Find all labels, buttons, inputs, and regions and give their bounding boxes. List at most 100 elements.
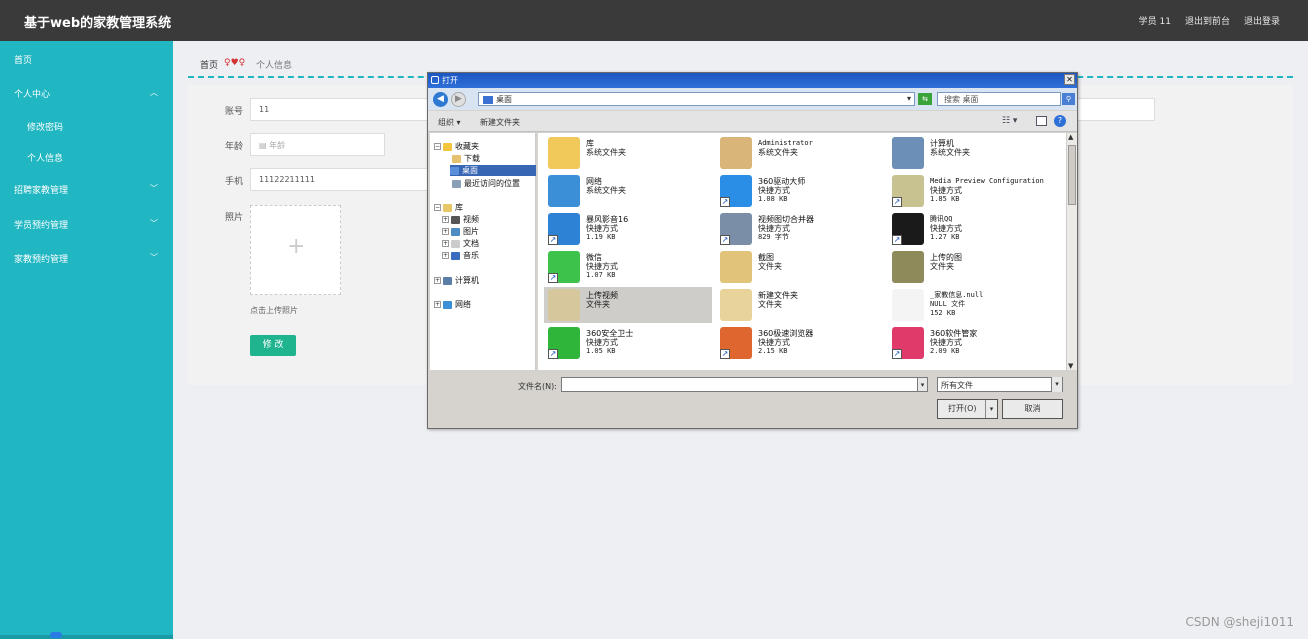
expand-toggle-icon[interactable]: + bbox=[442, 252, 449, 259]
new-folder-button[interactable]: 新建文件夹 bbox=[480, 117, 520, 128]
file-item[interactable]: ↗ Media Preview Configuration 快捷方式 1.85 KB bbox=[888, 173, 1056, 209]
plus-icon: + bbox=[287, 234, 306, 259]
file-item[interactable]: 上传视频 文件夹 bbox=[544, 287, 712, 323]
file-list-scrollbar[interactable]: ▲ ▼ bbox=[1066, 133, 1077, 370]
collapse-toggle-icon[interactable]: − bbox=[434, 204, 441, 211]
file-item[interactable]: ↗ 暴风影音16 快捷方式 1.19 KB bbox=[544, 211, 712, 247]
back-to-front-link[interactable]: 退出到前台 bbox=[1185, 14, 1230, 27]
filename-dropdown-icon[interactable]: ▾ bbox=[917, 377, 928, 392]
file-name: Media Preview Configuration bbox=[930, 177, 1044, 185]
refresh-icon[interactable]: ⇆ bbox=[918, 93, 932, 105]
file-item[interactable]: Administrator 系统文件夹 bbox=[716, 135, 884, 171]
tree-documents[interactable]: + 文档 bbox=[442, 238, 479, 249]
file-name: 微信 bbox=[586, 253, 602, 262]
file-icon bbox=[548, 289, 580, 321]
collapse-toggle-icon[interactable]: − bbox=[434, 143, 441, 150]
file-item[interactable]: ↗ 360软件管家 快捷方式 2.09 KB bbox=[888, 325, 1056, 361]
file-item[interactable]: ↗ 微信 快捷方式 1.07 KB bbox=[544, 249, 712, 285]
tree-favorites[interactable]: − 收藏夹 bbox=[434, 141, 479, 152]
sidebar-item-student-booking[interactable]: 学员预约管理 ﹀ bbox=[14, 218, 164, 231]
phone-input[interactable]: 11122211111 bbox=[250, 168, 430, 191]
file-item[interactable]: ↗ 360极速浏览器 快捷方式 2.15 KB bbox=[716, 325, 884, 361]
search-icon[interactable]: ⚲ bbox=[1062, 93, 1075, 105]
tree-recent[interactable]: 最近访问的位置 bbox=[452, 178, 520, 189]
file-item[interactable]: 上传的图 文件夹 bbox=[888, 249, 1056, 285]
expand-toggle-icon[interactable]: + bbox=[442, 228, 449, 235]
tree-network[interactable]: + 网络 bbox=[434, 299, 471, 310]
modify-button[interactable]: 修 改 bbox=[250, 335, 296, 356]
video-icon bbox=[451, 215, 460, 224]
filetype-value: 所有文件 bbox=[941, 381, 973, 390]
tree-pictures[interactable]: + 图片 bbox=[442, 226, 479, 237]
file-item[interactable]: 新建文件夹 文件夹 bbox=[716, 287, 884, 323]
preview-pane-icon[interactable] bbox=[1036, 116, 1047, 126]
sidebar-item-personal-info[interactable]: 个人信息 bbox=[27, 151, 177, 164]
file-icon bbox=[720, 289, 752, 321]
file-item[interactable]: 网络 系统文件夹 bbox=[544, 173, 712, 209]
forward-arrow-icon[interactable]: ▶ bbox=[451, 92, 466, 107]
file-type: 快捷方式 bbox=[758, 224, 790, 233]
tree-music[interactable]: + 音乐 bbox=[442, 250, 479, 261]
sidebar-item-change-password[interactable]: 修改密码 bbox=[27, 120, 177, 133]
sidebar-item-tutor-recruit[interactable]: 招聘家教管理 ﹀ bbox=[14, 183, 164, 196]
file-item[interactable]: ↗ 腾讯QQ 快捷方式 1.27 KB bbox=[888, 211, 1056, 247]
logout-link[interactable]: 退出登录 bbox=[1244, 14, 1280, 27]
scroll-down-icon[interactable]: ▼ bbox=[1068, 362, 1073, 370]
file-item[interactable]: 计算机 系统文件夹 bbox=[888, 135, 1056, 171]
help-icon[interactable]: ? bbox=[1054, 115, 1066, 127]
file-item[interactable]: 库系统文件夹 bbox=[544, 135, 712, 171]
expand-toggle-icon[interactable]: + bbox=[434, 277, 441, 284]
window-icon bbox=[431, 76, 439, 84]
sidebar-item-tutor-booking[interactable]: 家教预约管理 ﹀ bbox=[14, 252, 164, 265]
file-item[interactable]: ↗ 360安全卫士 快捷方式 1.05 KB bbox=[544, 325, 712, 361]
file-size: 2.15 KB bbox=[758, 347, 788, 355]
dropdown-arrow-icon[interactable]: ▾ bbox=[907, 94, 911, 103]
filename-input[interactable] bbox=[561, 377, 927, 392]
split-arrow-icon[interactable]: ▾ bbox=[985, 400, 997, 418]
breadcrumb-home[interactable]: 首页 bbox=[200, 58, 218, 71]
address-text: 桌面 bbox=[496, 95, 512, 104]
expand-toggle-icon[interactable]: + bbox=[442, 216, 449, 223]
scroll-thumb[interactable] bbox=[50, 632, 62, 638]
scroll-thumb[interactable] bbox=[1068, 145, 1076, 205]
file-icon bbox=[720, 251, 752, 283]
back-arrow-icon[interactable]: ◀ bbox=[433, 92, 448, 107]
cancel-button[interactable]: 取消 bbox=[1002, 399, 1063, 419]
file-item[interactable]: 截图 文件夹 bbox=[716, 249, 884, 285]
expand-toggle-icon[interactable]: + bbox=[434, 301, 441, 308]
file-icon: ↗ bbox=[892, 327, 924, 359]
file-type: 快捷方式 bbox=[930, 186, 962, 195]
file-icon bbox=[892, 289, 924, 321]
tree-computer[interactable]: + 计算机 bbox=[434, 275, 479, 286]
file-type: 快捷方式 bbox=[930, 338, 962, 347]
open-button[interactable]: 打开(O) ▾ bbox=[937, 399, 998, 419]
close-button[interactable]: ✕ bbox=[1064, 74, 1075, 85]
shortcut-arrow-icon: ↗ bbox=[548, 349, 558, 359]
tree-desktop[interactable]: 桌面 bbox=[450, 165, 536, 176]
organize-menu[interactable]: 组织 ▾ bbox=[438, 117, 461, 128]
shortcut-arrow-icon: ↗ bbox=[548, 273, 558, 283]
chevron-down-icon: ﹀ bbox=[150, 253, 158, 262]
dialog-title-bar[interactable]: 打开 ✕ bbox=[428, 73, 1077, 88]
sidebar-scrollbar[interactable] bbox=[0, 632, 173, 639]
file-size: 152 KB bbox=[930, 309, 956, 317]
desktop-icon bbox=[483, 95, 493, 104]
tree-libraries[interactable]: − 库 bbox=[434, 202, 463, 213]
sidebar-item-personal-center[interactable]: 个人中心 ︿ bbox=[14, 87, 164, 100]
file-item[interactable]: ↗ 视频图切合并器 快捷方式 829 字节 bbox=[716, 211, 884, 247]
sidebar-item-home[interactable]: 首页 bbox=[14, 53, 164, 66]
scroll-up-icon[interactable]: ▲ bbox=[1068, 133, 1073, 141]
tree-videos[interactable]: + 视频 bbox=[442, 214, 479, 225]
age-input[interactable]: ▤ 年龄 bbox=[250, 133, 385, 156]
tree-downloads[interactable]: 下载 bbox=[452, 153, 480, 164]
view-options-icon[interactable]: ☷ ▾ bbox=[1002, 116, 1017, 126]
file-item[interactable]: _家教信息.null NULL 文件 152 KB bbox=[888, 287, 1056, 323]
file-item[interactable]: ↗ 360驱动大师 快捷方式 1.08 KB bbox=[716, 173, 884, 209]
photo-upload-box[interactable]: + bbox=[250, 205, 341, 295]
file-text: 计算机 系统文件夹 bbox=[930, 139, 970, 157]
expand-toggle-icon[interactable]: + bbox=[442, 240, 449, 247]
file-icon bbox=[720, 137, 752, 169]
search-input[interactable]: 搜索 桌面 bbox=[937, 92, 1061, 106]
address-bar[interactable]: 桌面 ▾ bbox=[478, 92, 915, 106]
filetype-select[interactable]: 所有文件 ▾ bbox=[937, 377, 1063, 392]
